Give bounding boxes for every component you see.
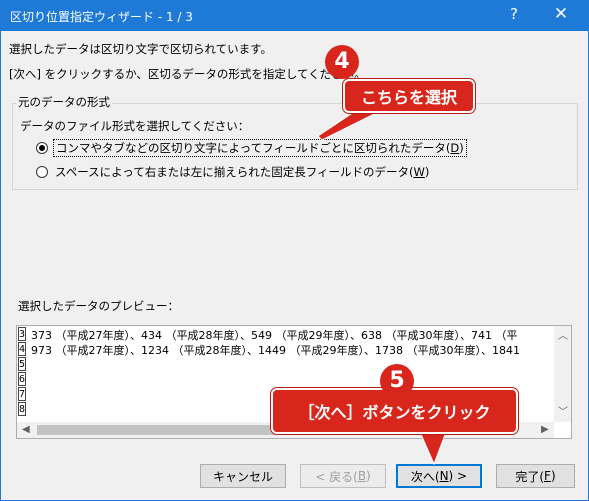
step4-badge: 4 [325, 45, 359, 79]
step5-badge: 5 [380, 364, 414, 398]
step5-callout-text: ［次へ］ボタンをクリック [298, 403, 491, 422]
step4-callout: こちらを選択 [343, 79, 475, 113]
step5-pointer [419, 431, 447, 466]
step4-callout-text: こちらを選択 [360, 88, 457, 107]
